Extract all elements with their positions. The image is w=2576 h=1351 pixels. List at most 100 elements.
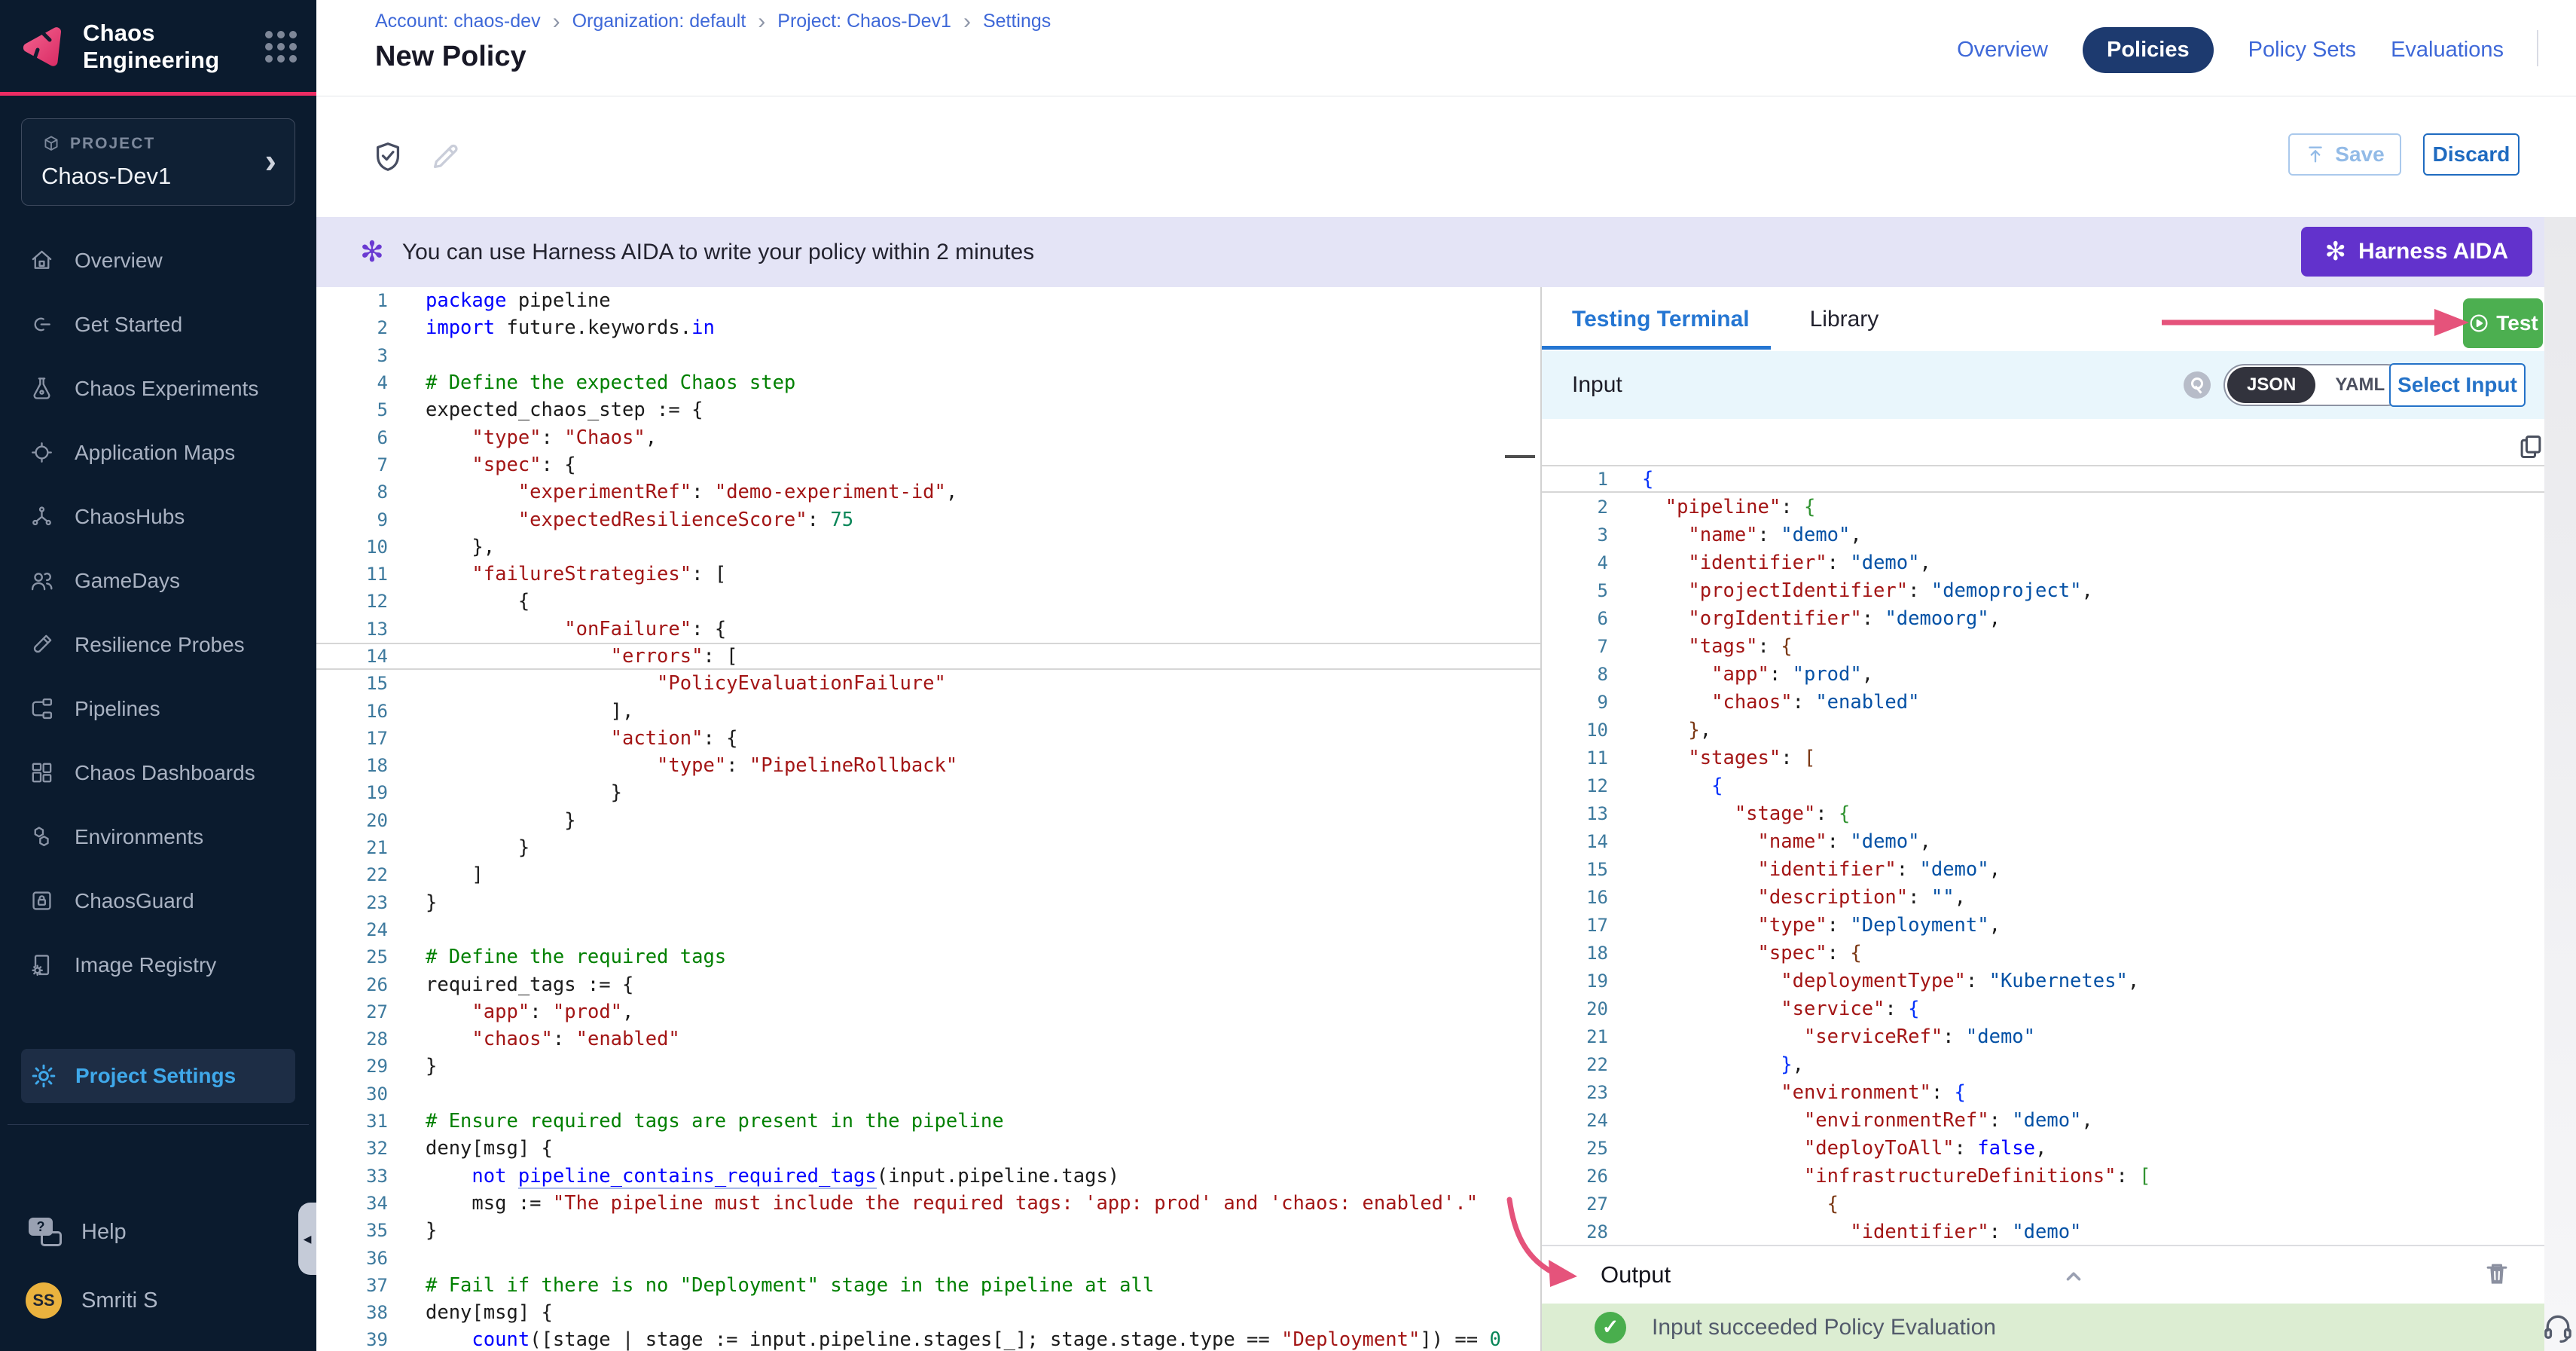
policy-code-line: 12 { — [316, 588, 1540, 615]
hub-icon — [29, 503, 55, 530]
tab-library[interactable]: Library — [1810, 307, 1879, 332]
sidebar-item-chaos-dashboards[interactable]: Chaos Dashboards — [0, 741, 316, 805]
tab-policies[interactable]: Policies — [2083, 27, 2214, 73]
policy-code-line: 2import future.keywords.in — [316, 314, 1540, 341]
copy-icon[interactable] — [2516, 433, 2545, 461]
aida-sparkle-icon: ✻ — [360, 235, 384, 269]
module-switcher-icon[interactable] — [265, 31, 297, 63]
tab-overview[interactable]: Overview — [1957, 38, 2048, 63]
trash-icon[interactable] — [2483, 1260, 2511, 1288]
policy-code-line: 4# Define the expected Chaos step — [316, 369, 1540, 396]
policy-code-line: 28 "chaos": "enabled" — [316, 1025, 1540, 1053]
input-code-line: 8 "app": "prod", — [1542, 660, 2544, 688]
format-option-json[interactable]: JSON — [2227, 367, 2315, 403]
input-code-line: 6 "orgIdentifier": "demoorg", — [1542, 604, 2544, 632]
input-json-editor[interactable]: 1{2 "pipeline": {3 "name": "demo",4 "ide… — [1542, 419, 2544, 1245]
sidebar-item-label: Get Started — [75, 313, 182, 337]
select-input-button[interactable]: Select Input — [2389, 363, 2526, 407]
line-number: 26 — [1542, 1166, 1608, 1187]
policy-code-line: 39 count([stage | stage := input.pipelin… — [316, 1326, 1540, 1351]
policy-code-line: 3 — [316, 342, 1540, 369]
sidebar-item-chaoshubs[interactable]: ChaosHubs — [0, 484, 316, 549]
tab-testing-terminal[interactable]: Testing Terminal — [1572, 307, 1750, 332]
line-number: 22 — [316, 864, 388, 885]
success-check-icon: ✓ — [1595, 1312, 1626, 1343]
line-number: 25 — [316, 946, 388, 967]
policy-toolbar: Save Discard — [316, 97, 2576, 217]
sidebar-item-label: GameDays — [75, 569, 180, 593]
policy-code-line: 26required_tags := { — [316, 970, 1540, 998]
harness-aida-button[interactable]: ✻ Harness AIDA — [2301, 227, 2532, 277]
test-button[interactable]: Test — [2463, 298, 2543, 348]
breadcrumb-link[interactable]: Project: Chaos-Dev1 — [777, 11, 951, 32]
sidebar-item-chaosguard[interactable]: ChaosGuard — [0, 869, 316, 933]
line-number: 23 — [1542, 1082, 1608, 1103]
input-code-line: 15 "identifier": "demo", — [1542, 855, 2544, 883]
sidebar-item-gamedays[interactable]: GameDays — [0, 549, 316, 613]
input-code-line: 25 "deployToAll": false, — [1542, 1134, 2544, 1162]
tab-evaluations[interactable]: Evaluations — [2391, 38, 2504, 63]
sidebar-item-chaos-experiments[interactable]: Chaos Experiments — [0, 356, 316, 420]
policy-code-line: 8 "experimentRef": "demo-experiment-id", — [316, 478, 1540, 506]
line-number: 22 — [1542, 1054, 1608, 1075]
sidebar-item-resilience-probes[interactable]: Resilience Probes — [0, 613, 316, 677]
line-number: 16 — [1542, 887, 1608, 908]
user-name: Smriti S — [81, 1288, 158, 1313]
sidebar-item-label: Environments — [75, 825, 203, 849]
line-number: 27 — [1542, 1194, 1608, 1215]
edit-pencil-icon[interactable] — [428, 139, 462, 174]
sidebar-item-environments[interactable]: Environments — [0, 805, 316, 869]
line-number: 9 — [316, 509, 388, 530]
discard-button[interactable]: Discard — [2423, 133, 2520, 176]
breadcrumb-link[interactable]: Settings — [983, 11, 1051, 32]
format-icon[interactable] — [2184, 371, 2211, 399]
line-number: 7 — [1542, 636, 1608, 657]
breadcrumb-link[interactable]: Organization: default — [572, 11, 746, 32]
get-started-icon — [29, 311, 55, 338]
line-number: 17 — [316, 728, 388, 749]
evaluation-result-text: Input succeeded Policy Evaluation — [1652, 1315, 1996, 1340]
sidebar-collapse-handle[interactable]: ◀ — [298, 1203, 316, 1275]
sidebar-item-project-settings[interactable]: Project Settings — [21, 1049, 295, 1103]
tab-policy-sets[interactable]: Policy Sets — [2248, 38, 2356, 63]
support-headset-icon[interactable] — [2541, 1311, 2574, 1344]
project-selector[interactable]: PROJECT Chaos-Dev1 › — [21, 118, 295, 206]
policy-code-line: 6 "type": "Chaos", — [316, 423, 1540, 451]
chevron-up-icon[interactable] — [2060, 1263, 2087, 1290]
policy-code-line: 23} — [316, 889, 1540, 916]
sidebar-item-overview[interactable]: Overview — [0, 228, 316, 292]
line-number: 3 — [1542, 524, 1608, 546]
policy-code-editor[interactable]: 1package pipeline2import future.keywords… — [316, 287, 1542, 1351]
sidebar-item-get-started[interactable]: Get Started — [0, 292, 316, 356]
sidebar-item-image-registry[interactable]: Image Registry — [0, 933, 316, 997]
sidebar-item-pipelines[interactable]: Pipelines — [0, 677, 316, 741]
brand-divider — [0, 92, 316, 96]
panel-tabs: Testing Terminal Library — [1542, 287, 2544, 351]
policy-code-line: 35} — [316, 1217, 1540, 1244]
input-code-line: 12 { — [1542, 772, 2544, 799]
policy-code-line: 13 "onFailure": { — [316, 616, 1540, 643]
line-number: 36 — [316, 1248, 388, 1269]
input-code-line: 11 "stages": [ — [1542, 744, 2544, 772]
input-section-header: Input JSONYAML Select Input — [1542, 351, 2544, 419]
breadcrumb-link[interactable]: Account: chaos-dev — [375, 11, 541, 32]
line-number: 23 — [316, 892, 388, 913]
save-button[interactable]: Save — [2288, 133, 2401, 176]
header-tabs: Overview Policies Policy Sets Evaluations — [1957, 27, 2504, 73]
line-number: 34 — [316, 1193, 388, 1214]
policy-code-line: 34 msg := "The pipeline must include the… — [316, 1190, 1540, 1217]
input-code-line: 10 }, — [1542, 716, 2544, 744]
line-number: 2 — [316, 317, 388, 338]
sidebar-item-label: Image Registry — [75, 953, 216, 977]
line-number: 37 — [316, 1275, 388, 1296]
line-number: 38 — [316, 1302, 388, 1323]
policy-code-line: 30 — [316, 1080, 1540, 1108]
shield-check-icon[interactable] — [371, 139, 405, 174]
help-button[interactable]: ? Help — [29, 1218, 127, 1246]
users-icon — [29, 567, 55, 594]
line-number: 32 — [316, 1138, 388, 1159]
user-menu[interactable]: SS Smriti S — [26, 1282, 158, 1319]
testing-panel: Testing Terminal Library Test Input JSONY… — [1542, 287, 2544, 1351]
sidebar-item-application-maps[interactable]: Application Maps — [0, 420, 316, 484]
input-code-line: 16 "description": "", — [1542, 883, 2544, 911]
